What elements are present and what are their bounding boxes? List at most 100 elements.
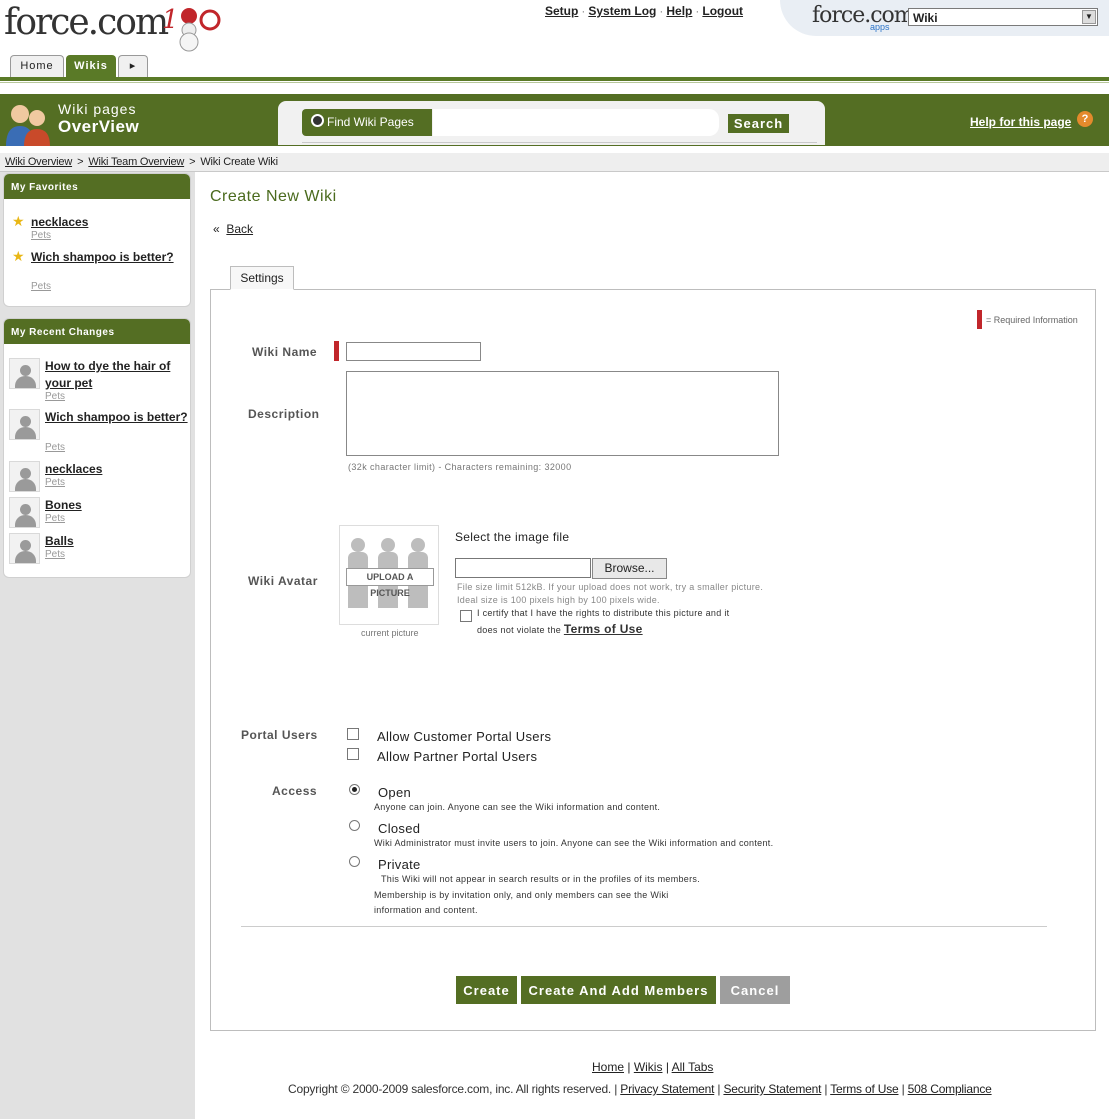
svg-text:1: 1 <box>162 5 179 35</box>
terms-of-use-link[interactable]: Terms of Use <box>564 622 643 636</box>
band-title-line2: OverView <box>58 117 140 136</box>
back-link[interactable]: « Back <box>213 222 253 236</box>
breadcrumb-wiki-team-overview[interactable]: Wiki Team Overview <box>88 156 184 168</box>
back-link-label[interactable]: Back <box>226 222 253 236</box>
current-picture-caption: current picture <box>361 628 419 638</box>
create-button[interactable]: Create <box>456 976 517 1004</box>
customer-portal-label: Allow Customer Portal Users <box>377 729 552 744</box>
recent-change-category[interactable]: Pets <box>45 513 65 524</box>
footer-links: Home | Wikis | All Tabs <box>592 1060 714 1074</box>
certify-rights-checkbox[interactable] <box>460 610 472 622</box>
favorite-item-category[interactable]: Pets <box>31 230 51 241</box>
security-statement-link[interactable]: Security Statement <box>723 1082 821 1096</box>
required-marker <box>334 341 339 361</box>
breadcrumb: Wiki Overview > Wiki Team Overview > Wiki Cr… <box>5 156 278 168</box>
system-log-link[interactable]: System Log <box>588 4 656 18</box>
breadcrumb-current: Wiki Create Wiki <box>200 156 278 168</box>
my-recent-changes-box: My Recent Changes How to dye the hair of… <box>3 318 191 578</box>
recent-change-title[interactable]: Bones <box>45 497 190 514</box>
star-icon: ★ <box>12 213 25 229</box>
sidebar <box>0 172 195 1119</box>
certify-text-line2: does not violate the <box>477 625 562 635</box>
privacy-statement-link[interactable]: Privacy Statement <box>620 1082 714 1096</box>
ten-anniversary-snowman-logo: 1 <box>162 5 221 52</box>
setup-link[interactable]: Setup <box>545 4 578 18</box>
search-panel-underline <box>302 142 817 143</box>
recent-change-title[interactable]: How to dye the hair of your pet <box>45 358 190 392</box>
access-private-radio[interactable] <box>349 856 360 867</box>
required-legend: = Required Information <box>986 315 1078 325</box>
search-input[interactable] <box>433 109 719 136</box>
recent-change-category[interactable]: Pets <box>45 391 65 402</box>
question-icon[interactable]: ? <box>1077 111 1093 127</box>
browse-button[interactable]: Browse... <box>592 558 667 579</box>
help-for-this-page-link[interactable]: Help for this page <box>970 115 1071 129</box>
user-avatar-icon <box>9 358 40 389</box>
chevron-down-icon[interactable]: ▼ <box>1082 10 1096 24</box>
breadcrumb-separator: > <box>77 156 84 168</box>
form-divider <box>241 926 1047 927</box>
footer-wikis-link[interactable]: Wikis <box>634 1060 663 1074</box>
tab-home[interactable]: Home <box>10 55 64 77</box>
recent-change-category[interactable]: Pets <box>45 442 65 453</box>
tab-settings[interactable]: Settings <box>230 266 294 290</box>
tab-more-arrow-icon[interactable]: ▸ <box>118 55 148 77</box>
footer-all-tabs-link[interactable]: All Tabs <box>672 1060 714 1074</box>
select-image-label: Select the image file <box>455 530 570 544</box>
search-button[interactable]: Search <box>727 113 790 134</box>
favorite-item-category[interactable]: Pets <box>31 281 51 292</box>
access-closed-label: Closed <box>378 821 421 836</box>
portal-users-label: Portal Users <box>241 728 318 742</box>
breadcrumb-wiki-overview[interactable]: Wiki Overview <box>5 156 72 168</box>
certify-text-continued: does not violate the Terms of Use <box>477 622 643 636</box>
help-link[interactable]: Help <box>666 4 692 18</box>
my-favorites-box: My Favorites ★ necklaces Pets ★ Wich sha… <box>3 173 191 307</box>
description-field[interactable] <box>346 371 779 456</box>
file-path-input[interactable] <box>455 558 591 578</box>
star-icon: ★ <box>12 248 25 264</box>
user-avatar-icon <box>9 497 40 528</box>
apps-logo-subtitle: apps <box>870 22 890 32</box>
recent-change-category[interactable]: Pets <box>45 477 65 488</box>
app-selector[interactable]: Wiki ▼ <box>908 8 1098 26</box>
user-avatar-icon <box>9 409 40 440</box>
avatar-placeholder[interactable]: UPLOAD A PICTURE <box>339 525 439 625</box>
find-wiki-pages-label: Find Wiki Pages <box>302 109 432 136</box>
wiki-users-icon <box>6 105 50 146</box>
access-private-description-2: Membership is by invitation only, and on… <box>374 890 669 900</box>
508-compliance-link[interactable]: 508 Compliance <box>908 1082 992 1096</box>
certify-text: I certify that I have the rights to dist… <box>477 608 730 618</box>
access-label: Access <box>272 784 318 798</box>
access-open-label: Open <box>378 785 412 800</box>
favorite-item-title[interactable]: Wich shampoo is better? <box>31 249 181 265</box>
search-label-text: Find Wiki Pages <box>327 115 414 129</box>
cancel-button[interactable]: Cancel <box>720 976 790 1004</box>
page-title: Create New Wiki <box>210 188 337 205</box>
create-and-add-members-button[interactable]: Create And Add Members <box>521 976 716 1004</box>
force-com-logo: force.com <box>4 2 169 43</box>
character-limit-text: (32k character limit) - Characters remai… <box>348 462 572 472</box>
access-closed-description: Wiki Administrator must invite users to … <box>374 838 774 848</box>
band-title-line1: Wiki pages <box>58 101 137 117</box>
recent-change-title[interactable]: Balls <box>45 533 190 550</box>
access-open-radio[interactable] <box>349 784 360 795</box>
access-closed-radio[interactable] <box>349 820 360 831</box>
wiki-name-field[interactable] <box>346 342 481 361</box>
tab-bar-divider-thin <box>0 82 1109 83</box>
back-arrow-icon: « <box>213 222 220 236</box>
customer-portal-checkbox[interactable] <box>347 728 359 740</box>
search-icon <box>311 114 324 127</box>
logout-link[interactable]: Logout <box>702 4 743 18</box>
top-links: Setup · System Log · Help · Logout <box>545 4 744 18</box>
favorite-item-title[interactable]: necklaces <box>31 214 181 230</box>
recent-change-title[interactable]: Wich shampoo is better? <box>45 409 190 426</box>
recent-change-category[interactable]: Pets <box>45 549 65 560</box>
tab-wikis[interactable]: Wikis <box>66 55 116 77</box>
terms-of-use-footer-link[interactable]: Terms of Use <box>830 1082 898 1096</box>
access-open-description: Anyone can join. Anyone can see the Wiki… <box>374 802 661 812</box>
user-avatar-icon <box>9 533 40 564</box>
recent-change-title[interactable]: necklaces <box>45 461 190 478</box>
partner-portal-checkbox[interactable] <box>347 748 359 760</box>
footer-home-link[interactable]: Home <box>592 1060 624 1074</box>
wiki-name-label: Wiki Name <box>252 345 318 359</box>
